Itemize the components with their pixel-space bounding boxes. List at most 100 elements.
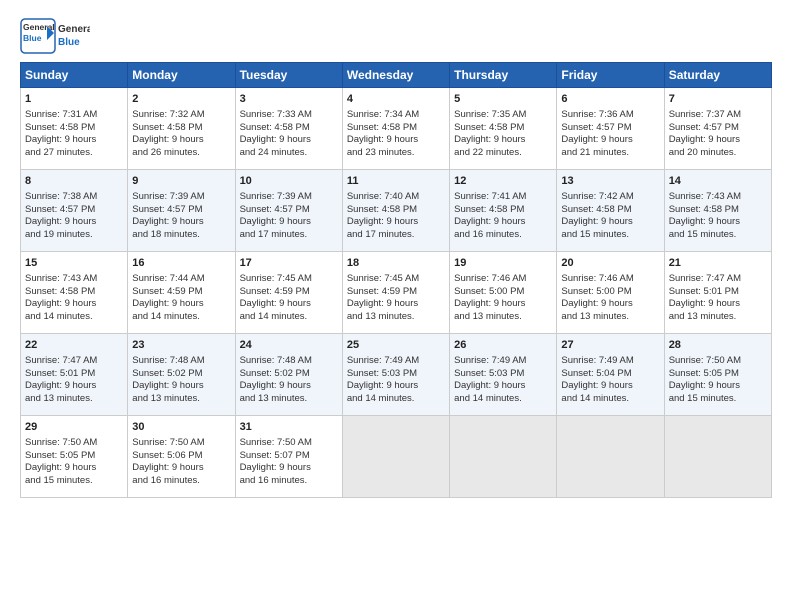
day-number: 26 [454, 338, 552, 353]
cell-line: Sunset: 4:59 PM [240, 286, 338, 299]
cell-line: and 13 minutes. [669, 311, 767, 324]
cell-line: Sunset: 5:07 PM [240, 450, 338, 463]
cell-line: and 13 minutes. [25, 393, 123, 406]
day-number: 16 [132, 256, 230, 271]
svg-text:General: General [58, 24, 90, 35]
cell-line: and 14 minutes. [240, 311, 338, 324]
cell-line: Sunrise: 7:41 AM [454, 191, 552, 204]
day-number: 5 [454, 92, 552, 107]
calendar-cell [664, 416, 771, 498]
day-number: 15 [25, 256, 123, 271]
day-header-tuesday: Tuesday [235, 63, 342, 88]
cell-line: Daylight: 9 hours [240, 462, 338, 475]
cell-line: and 14 minutes. [25, 311, 123, 324]
cell-line: and 14 minutes. [454, 393, 552, 406]
cell-line: Sunrise: 7:49 AM [561, 355, 659, 368]
day-number: 27 [561, 338, 659, 353]
cell-line: Sunrise: 7:36 AM [561, 109, 659, 122]
cell-line: Sunset: 4:59 PM [347, 286, 445, 299]
calendar-cell: 27 Sunrise: 7:49 AMSunset: 5:04 PMDayligh… [557, 334, 664, 416]
cell-line: Daylight: 9 hours [347, 216, 445, 229]
cell-line: Sunset: 4:59 PM [132, 286, 230, 299]
calendar-cell: 24Sunrise: 7:48 AMSunset: 5:02 PMDayligh… [235, 334, 342, 416]
calendar-cell: 25Sunrise: 7:49 AMSunset: 5:03 PMDayligh… [342, 334, 449, 416]
calendar-cell: 23Sunrise: 7:48 AMSunset: 5:02 PMDayligh… [128, 334, 235, 416]
day-number: 6 [561, 92, 659, 107]
day-number: 14 [669, 174, 767, 189]
cell-line: Sunset: 4:58 PM [454, 204, 552, 217]
calendar-cell: 28Sunrise: 7:50 AMSunset: 5:05 PMDayligh… [664, 334, 771, 416]
cell-line: Sunrise: 7:43 AM [25, 273, 123, 286]
cell-line: and 13 minutes. [347, 311, 445, 324]
day-number: 10 [240, 174, 338, 189]
week-row-5: 29Sunrise: 7:50 AMSunset: 5:05 PMDayligh… [21, 416, 772, 498]
cell-line: Sunrise: 7:46 AM [454, 273, 552, 286]
cell-line: Sunrise: 7:34 AM [347, 109, 445, 122]
day-number: 30 [132, 420, 230, 435]
day-number: 17 [240, 256, 338, 271]
cell-line: and 15 minutes. [25, 475, 123, 488]
cell-line: Daylight: 9 hours [454, 298, 552, 311]
day-header-wednesday: Wednesday [342, 63, 449, 88]
week-row-2: 8Sunrise: 7:38 AMSunset: 4:57 PMDaylight… [21, 170, 772, 252]
cell-line: Daylight: 9 hours [561, 380, 659, 393]
cell-line: Daylight: 9 hours [561, 134, 659, 147]
cell-line: Sunset: 5:02 PM [240, 368, 338, 381]
week-row-3: 15Sunrise: 7:43 AMSunset: 4:58 PMDayligh… [21, 252, 772, 334]
cell-line: Daylight: 9 hours [25, 134, 123, 147]
cell-line: Sunset: 5:05 PM [669, 368, 767, 381]
day-header-thursday: Thursday [450, 63, 557, 88]
cell-line: Daylight: 9 hours [240, 134, 338, 147]
calendar-cell: 4Sunrise: 7:34 AMSunset: 4:58 PMDaylight… [342, 88, 449, 170]
week-row-4: 22Sunrise: 7:47 AMSunset: 5:01 PMDayligh… [21, 334, 772, 416]
day-header-friday: Friday [557, 63, 664, 88]
cell-line: and 24 minutes. [240, 147, 338, 160]
day-number: 19 [454, 256, 552, 271]
day-number: 2 [132, 92, 230, 107]
cell-line: Sunrise: 7:45 AM [347, 273, 445, 286]
cell-line: Sunset: 4:58 PM [561, 204, 659, 217]
calendar-cell: 19Sunrise: 7:46 AMSunset: 5:00 PMDayligh… [450, 252, 557, 334]
cell-line: Sunset: 5:00 PM [561, 286, 659, 299]
calendar-cell: 15Sunrise: 7:43 AMSunset: 4:58 PMDayligh… [21, 252, 128, 334]
cell-line: Daylight: 9 hours [240, 380, 338, 393]
cell-line: Sunset: 4:58 PM [454, 122, 552, 135]
calendar-cell: 14Sunrise: 7:43 AMSunset: 4:58 PMDayligh… [664, 170, 771, 252]
days-header-row: SundayMondayTuesdayWednesdayThursdayFrid… [21, 63, 772, 88]
cell-line: Sunset: 5:04 PM [561, 368, 659, 381]
day-number: 9 [132, 174, 230, 189]
cell-line: Daylight: 9 hours [132, 134, 230, 147]
cell-line: and 23 minutes. [347, 147, 445, 160]
cell-line: Sunrise: 7:47 AM [669, 273, 767, 286]
cell-line: Sunrise: 7:48 AM [132, 355, 230, 368]
cell-line: Sunrise: 7:39 AM [132, 191, 230, 204]
calendar-cell: 12Sunrise: 7:41 AMSunset: 4:58 PMDayligh… [450, 170, 557, 252]
calendar-cell: 10Sunrise: 7:39 AMSunset: 4:57 PMDayligh… [235, 170, 342, 252]
cell-line: and 22 minutes. [454, 147, 552, 160]
cell-line: Sunset: 5:05 PM [25, 450, 123, 463]
day-number: 20 [561, 256, 659, 271]
calendar-cell: 13Sunrise: 7:42 AMSunset: 4:58 PMDayligh… [557, 170, 664, 252]
calendar-cell: 21Sunrise: 7:47 AMSunset: 5:01 PMDayligh… [664, 252, 771, 334]
cell-line: Sunrise: 7:38 AM [25, 191, 123, 204]
day-number: 18 [347, 256, 445, 271]
day-number: 29 [25, 420, 123, 435]
cell-line: Sunrise: 7:42 AM [561, 191, 659, 204]
day-header-saturday: Saturday [664, 63, 771, 88]
cell-line: Sunset: 5:06 PM [132, 450, 230, 463]
cell-line: Daylight: 9 hours [669, 134, 767, 147]
cell-line: Sunset: 4:58 PM [347, 204, 445, 217]
cell-line: and 13 minutes. [132, 393, 230, 406]
day-number: 23 [132, 338, 230, 353]
cell-line: Sunrise: 7:44 AM [132, 273, 230, 286]
cell-line: Daylight: 9 hours [561, 298, 659, 311]
cell-line: Sunrise: 7:35 AM [454, 109, 552, 122]
cell-line: Daylight: 9 hours [25, 462, 123, 475]
cell-line: Daylight: 9 hours [240, 298, 338, 311]
cell-line: and 15 minutes. [561, 229, 659, 242]
cell-line: Daylight: 9 hours [240, 216, 338, 229]
cell-line: Daylight: 9 hours [454, 134, 552, 147]
svg-text:Blue: Blue [23, 33, 42, 43]
calendar-cell: 3Sunrise: 7:33 AMSunset: 4:58 PMDaylight… [235, 88, 342, 170]
cell-line: Sunrise: 7:37 AM [669, 109, 767, 122]
